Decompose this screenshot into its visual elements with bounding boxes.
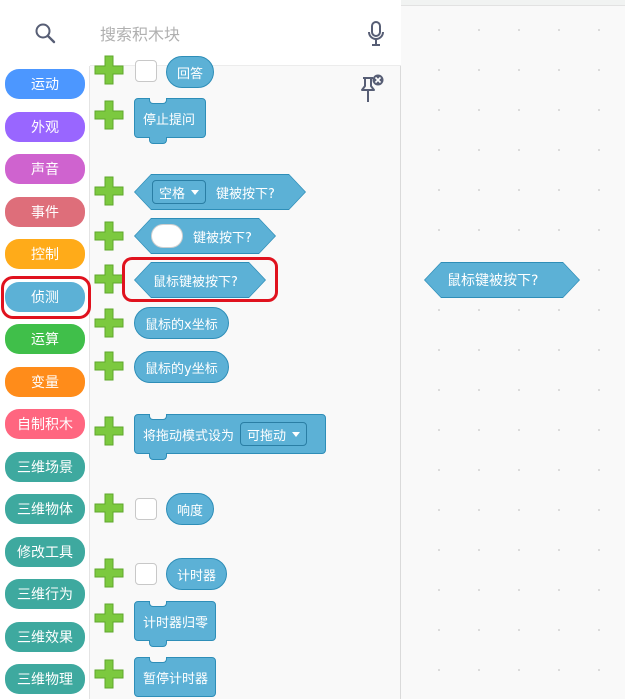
key-pressed-label-2: 键被按下? xyxy=(193,230,252,246)
mouse-x-label: 鼠标的x坐标 xyxy=(145,317,218,333)
mouse-down-label: 鼠标键被按下? xyxy=(153,274,238,290)
drag-mode-value: 可拖动 xyxy=(247,428,287,444)
category-11[interactable]: 修改工具 xyxy=(5,537,85,567)
plus-icon[interactable] xyxy=(94,264,124,294)
plus-icon[interactable] xyxy=(94,176,124,206)
key-dropdown-value: 空格 xyxy=(159,186,186,202)
category-6[interactable]: 运算 xyxy=(5,324,85,354)
plus-icon[interactable] xyxy=(94,558,124,588)
category-1[interactable]: 外观 xyxy=(5,112,85,142)
pin-close-icon[interactable] xyxy=(358,72,386,106)
mouse-y-label: 鼠标的y坐标 xyxy=(145,361,218,377)
reset-timer-label: 计时器归零 xyxy=(143,615,209,631)
drag-mode-dropdown[interactable]: 可拖动 xyxy=(240,422,308,446)
key-input-field[interactable] xyxy=(151,224,183,248)
key-space-pressed-block[interactable]: 空格 键被按下? xyxy=(135,175,305,209)
stop-asking-block[interactable]: 停止提问 xyxy=(134,98,206,144)
timer-block[interactable]: 计时器 xyxy=(166,558,228,590)
set-drag-mode-label: 将拖动模式设为 xyxy=(143,428,235,444)
search-icon xyxy=(35,23,56,44)
pause-timer-block[interactable]: 暂停计时器 xyxy=(134,657,216,697)
category-8[interactable]: 自制积木 xyxy=(5,409,85,439)
category-13[interactable]: 三维效果 xyxy=(5,622,85,652)
loudness-block[interactable]: 响度 xyxy=(166,493,215,525)
plus-icon[interactable] xyxy=(94,351,124,381)
mouse-x-block[interactable]: 鼠标的x坐标 xyxy=(134,307,229,339)
set-drag-mode-block[interactable]: 将拖动模式设为 可拖动 xyxy=(134,414,326,460)
chevron-down-icon xyxy=(191,190,199,195)
workspace-mouse-down-block[interactable]: 鼠标键被按下? xyxy=(425,263,579,297)
pause-timer-label: 暂停计时器 xyxy=(143,671,209,687)
plus-icon[interactable] xyxy=(94,55,124,85)
stop-asking-label: 停止提问 xyxy=(143,112,196,128)
category-9[interactable]: 三维场景 xyxy=(5,452,85,482)
plus-icon[interactable] xyxy=(94,100,124,130)
category-2[interactable]: 声音 xyxy=(5,154,85,184)
category-4[interactable]: 控制 xyxy=(5,239,85,269)
key-dropdown[interactable]: 空格 xyxy=(152,180,206,204)
script-workspace[interactable] xyxy=(401,0,625,699)
category-14[interactable]: 三维物理 xyxy=(5,664,85,694)
category-12[interactable]: 三维行为 xyxy=(5,579,85,609)
plus-icon[interactable] xyxy=(94,659,124,689)
loudness-checkbox[interactable] xyxy=(135,498,157,520)
microphone-icon[interactable] xyxy=(366,20,386,48)
category-menu: 运动 外观 声音 事件 控制 侦测 运算 变量 自制积木 三维场景 三维物体 修改工具 三维行为 三维效果… xyxy=(0,0,91,699)
workspace-top-edge xyxy=(401,0,625,6)
key-pressed-label: 键被按下? xyxy=(216,186,275,202)
block-search-input[interactable] xyxy=(100,19,350,49)
plus-icon[interactable] xyxy=(94,603,124,633)
plus-icon[interactable] xyxy=(94,493,124,523)
mouse-y-block[interactable]: 鼠标的y坐标 xyxy=(134,351,229,383)
chevron-down-icon xyxy=(292,431,301,437)
key-input-pressed-block[interactable]: 键被按下? xyxy=(135,219,275,253)
plus-icon[interactable] xyxy=(94,308,124,338)
category-10[interactable]: 三维物体 xyxy=(5,494,85,524)
plus-icon[interactable] xyxy=(94,221,124,251)
category-3[interactable]: 事件 xyxy=(5,197,85,227)
reset-timer-block[interactable]: 计时器归零 xyxy=(134,601,216,647)
plus-icon[interactable] xyxy=(94,416,124,446)
category-7[interactable]: 变量 xyxy=(5,367,85,397)
answer-checkbox[interactable] xyxy=(135,60,157,82)
loudness-label: 响度 xyxy=(177,503,204,519)
answer-block[interactable]: 回答 xyxy=(166,56,215,88)
mouse-down-block[interactable]: 鼠标键被按下? xyxy=(135,263,265,297)
timer-checkbox[interactable] xyxy=(135,563,157,585)
timer-label: 计时器 xyxy=(177,568,217,584)
block-search-bar xyxy=(90,0,401,66)
category-0[interactable]: 运动 xyxy=(5,69,85,99)
answer-label: 回答 xyxy=(177,66,204,82)
search-toggle-button[interactable] xyxy=(0,0,90,66)
workspace-block-label: 鼠标键被按下? xyxy=(447,273,539,289)
category-highlight-box xyxy=(1,276,91,319)
